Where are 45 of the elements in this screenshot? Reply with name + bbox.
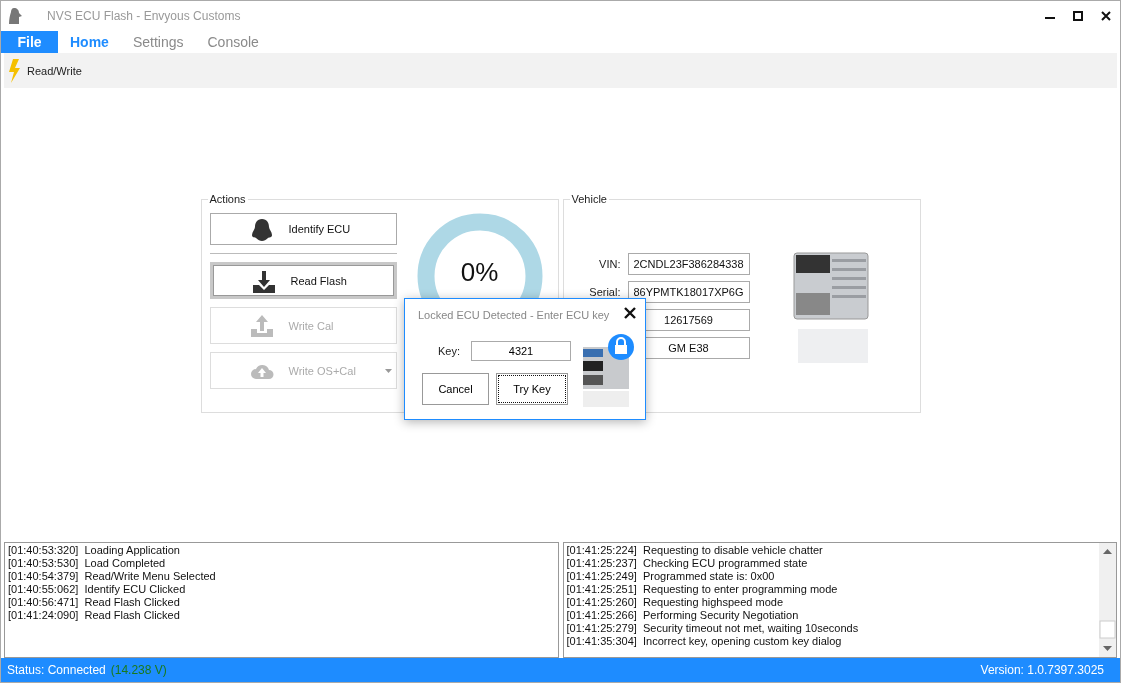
ribbon-item[interactable]: Read/Write	[8, 58, 82, 83]
voltage-text: (14.238 V)	[110, 663, 167, 677]
log-line: [01:41:25:237] Checking ECU programmed state	[566, 557, 809, 570]
close-icon	[1101, 11, 1111, 21]
log-line: [01:41:25:266] Performing Security Negotiation	[566, 609, 800, 622]
close-button[interactable]	[623, 307, 637, 321]
lightning-icon	[8, 58, 21, 83]
maximize-icon	[1073, 11, 1083, 21]
status-text: Status: Connected	[7, 663, 106, 677]
download-icon	[251, 270, 276, 294]
log-line: [01:40:56:471] Read Flash Clicked	[8, 596, 181, 609]
version-text: Version: 1.0.7397.3025	[980, 663, 1104, 677]
silhouette-icon	[249, 218, 274, 242]
log-line: [01:41:25:249] Programmed state is: 0x00	[566, 570, 776, 583]
log-line: [01:41:35:304] Incorrect key, opening custom key dialog	[566, 635, 843, 648]
field-label: Serial:	[589, 286, 621, 298]
progress-reading: 0%	[459, 257, 500, 288]
window-title: NVS ECU Flash - Envyous Customs	[47, 9, 241, 23]
upload-icon	[249, 314, 274, 338]
action-button[interactable]: Read Flash	[209, 262, 397, 299]
log-line: [01:41:25:260] Requesting highspeed mode	[566, 596, 784, 609]
field-label: VIN:	[599, 258, 621, 270]
group-title: Vehicle	[570, 193, 608, 205]
log-line: [01:41:25:279] Security timeout not met, waiting 10seconds	[566, 622, 860, 635]
log-line: [01:41:24:090] Read Flash Clicked	[8, 609, 181, 622]
log-line: [01:41:25:251] Requesting to enter programming mode	[566, 583, 839, 596]
tab[interactable]: Console	[195, 31, 271, 53]
group-title: Actions	[208, 193, 247, 205]
tab[interactable]: Settings	[120, 31, 196, 53]
log-line: [01:40:53:530] Load Completed	[8, 557, 167, 570]
close-icon	[624, 307, 636, 319]
app-icon	[7, 7, 23, 25]
caret-icon	[384, 369, 392, 373]
action-button[interactable]: Identify ECU	[209, 213, 397, 245]
dialog-title: Locked ECU Detected - Enter ECU key	[418, 309, 610, 321]
key-label: Key:	[438, 345, 460, 357]
dialog-button[interactable]: Try Key	[496, 373, 568, 405]
key-field[interactable]: 4321	[471, 341, 571, 361]
log-line: [01:40:53:320] Loading Application	[8, 544, 181, 557]
dialog-button[interactable]: Cancel	[422, 373, 489, 405]
log-line: [01:40:55:062] Identify ECU Clicked	[8, 583, 187, 596]
log-line: [01:41:25:224] Requesting to disable vehicle chatter	[566, 544, 824, 557]
log-line: [01:40:54:379] Read/Write Menu Selected	[8, 570, 217, 583]
value-field[interactable]: 2CNDL23F386284338	[627, 253, 750, 275]
value-field[interactable]: 86YPMTK18017XP6G	[627, 281, 750, 303]
